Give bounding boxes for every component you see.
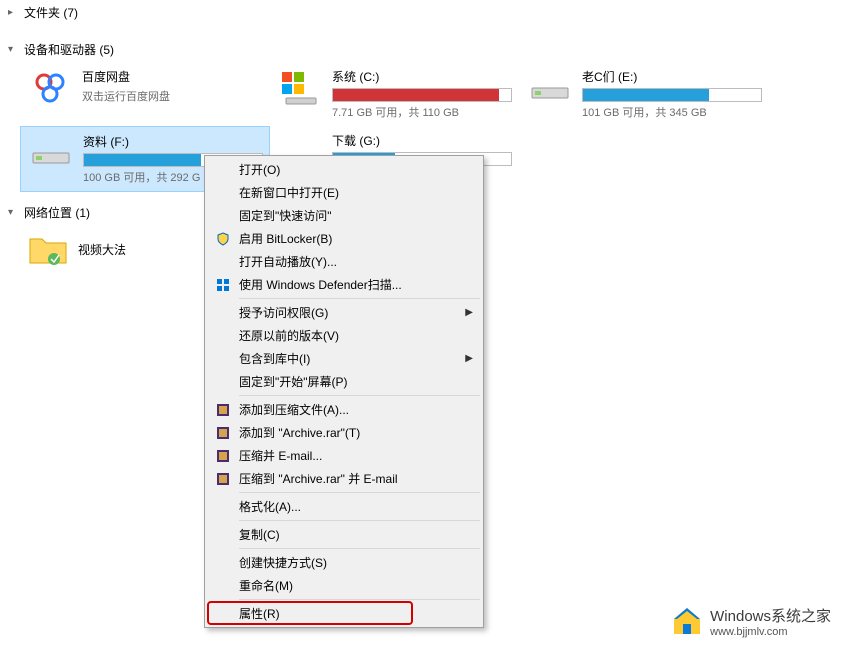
drive-status: 101 GB 可用，共 345 GB: [582, 104, 764, 120]
watermark-url: www.bjjmlv.com: [710, 626, 831, 638]
drive-old-c-e[interactable]: 老C们 (E:) 101 GB 可用，共 345 GB: [520, 62, 770, 126]
menu-add-to-rar[interactable]: 添加到 "Archive.rar"(T): [207, 421, 481, 444]
section-devices[interactable]: ▾ 设备和驱动器 (5): [0, 37, 841, 62]
drive-status: 7.71 GB 可用，共 110 GB: [332, 104, 514, 120]
winrar-icon: [213, 448, 233, 464]
hdd-icon: [27, 133, 75, 173]
chevron-right-icon: ▸: [8, 7, 20, 18]
drive-name: 下载 (G:): [332, 132, 514, 149]
menu-defender[interactable]: 使用 Windows Defender扫描...: [207, 273, 481, 296]
windows-drive-icon: [276, 68, 324, 108]
chevron-down-icon: ▾: [8, 44, 20, 55]
drive-baidu[interactable]: 百度网盘 双击运行百度网盘: [20, 62, 270, 126]
menu-separator: [239, 492, 480, 493]
menu-bitlocker[interactable]: 启用 BitLocker(B): [207, 227, 481, 250]
menu-autoplay[interactable]: 打开自动播放(Y)...: [207, 250, 481, 273]
winrar-icon: [213, 402, 233, 418]
menu-separator: [239, 520, 480, 521]
menu-compress-email[interactable]: 压缩并 E-mail...: [207, 444, 481, 467]
folder-network-icon: [26, 231, 70, 267]
context-menu: 打开(O) 在新窗口中打开(E) 固定到"快速访问" 启用 BitLocker(…: [204, 155, 484, 628]
baidu-icon: [26, 68, 74, 108]
shield-icon: [213, 231, 233, 247]
hdd-icon: [526, 68, 574, 108]
menu-separator: [239, 395, 480, 396]
section-folders-label: 文件夹 (7): [24, 4, 78, 21]
menu-create-shortcut[interactable]: 创建快捷方式(S): [207, 551, 481, 574]
chevron-right-icon: ▶: [465, 307, 473, 318]
drive-name: 系统 (C:): [332, 68, 514, 85]
menu-pin-start[interactable]: 固定到"开始"屏幕(P): [207, 370, 481, 393]
winrar-icon: [213, 471, 233, 487]
menu-separator: [239, 548, 480, 549]
section-devices-label: 设备和驱动器 (5): [24, 41, 114, 58]
menu-add-archive[interactable]: 添加到压缩文件(A)...: [207, 398, 481, 421]
menu-open-new-window[interactable]: 在新窗口中打开(E): [207, 181, 481, 204]
menu-restore-versions[interactable]: 还原以前的版本(V): [207, 324, 481, 347]
drive-system-c[interactable]: 系统 (C:) 7.71 GB 可用，共 110 GB: [270, 62, 520, 126]
menu-include-library[interactable]: 包含到库中(I)▶: [207, 347, 481, 370]
menu-open[interactable]: 打开(O): [207, 158, 481, 181]
drive-name: 百度网盘: [82, 68, 264, 85]
defender-icon: [213, 277, 233, 293]
menu-pin-quick-access[interactable]: 固定到"快速访问": [207, 204, 481, 227]
section-network-label: 网络位置 (1): [24, 204, 90, 221]
menu-rename[interactable]: 重命名(M): [207, 574, 481, 597]
menu-format[interactable]: 格式化(A)...: [207, 495, 481, 518]
drive-name: 资料 (F:): [83, 133, 263, 150]
menu-properties[interactable]: 属性(R): [207, 602, 481, 625]
menu-separator: [239, 599, 480, 600]
watermark: Windows系统之家 www.bjjmlv.com: [670, 604, 831, 638]
drive-name: 老C们 (E:): [582, 68, 764, 85]
menu-copy[interactable]: 复制(C): [207, 523, 481, 546]
menu-grant-access[interactable]: 授予访问权限(G)▶: [207, 301, 481, 324]
usage-bar: [332, 88, 512, 102]
section-folders[interactable]: ▸ 文件夹 (7): [0, 0, 841, 25]
menu-compress-rar-email[interactable]: 压缩到 "Archive.rar" 并 E-mail: [207, 467, 481, 490]
house-icon: [670, 604, 704, 638]
usage-bar: [582, 88, 762, 102]
chevron-down-icon: ▾: [8, 207, 20, 218]
menu-separator: [239, 298, 480, 299]
chevron-right-icon: ▶: [465, 353, 473, 364]
winrar-icon: [213, 425, 233, 441]
network-item-label: 视频大法: [78, 241, 126, 258]
drive-subtitle: 双击运行百度网盘: [82, 88, 264, 104]
watermark-title: Windows系统之家: [710, 605, 831, 626]
